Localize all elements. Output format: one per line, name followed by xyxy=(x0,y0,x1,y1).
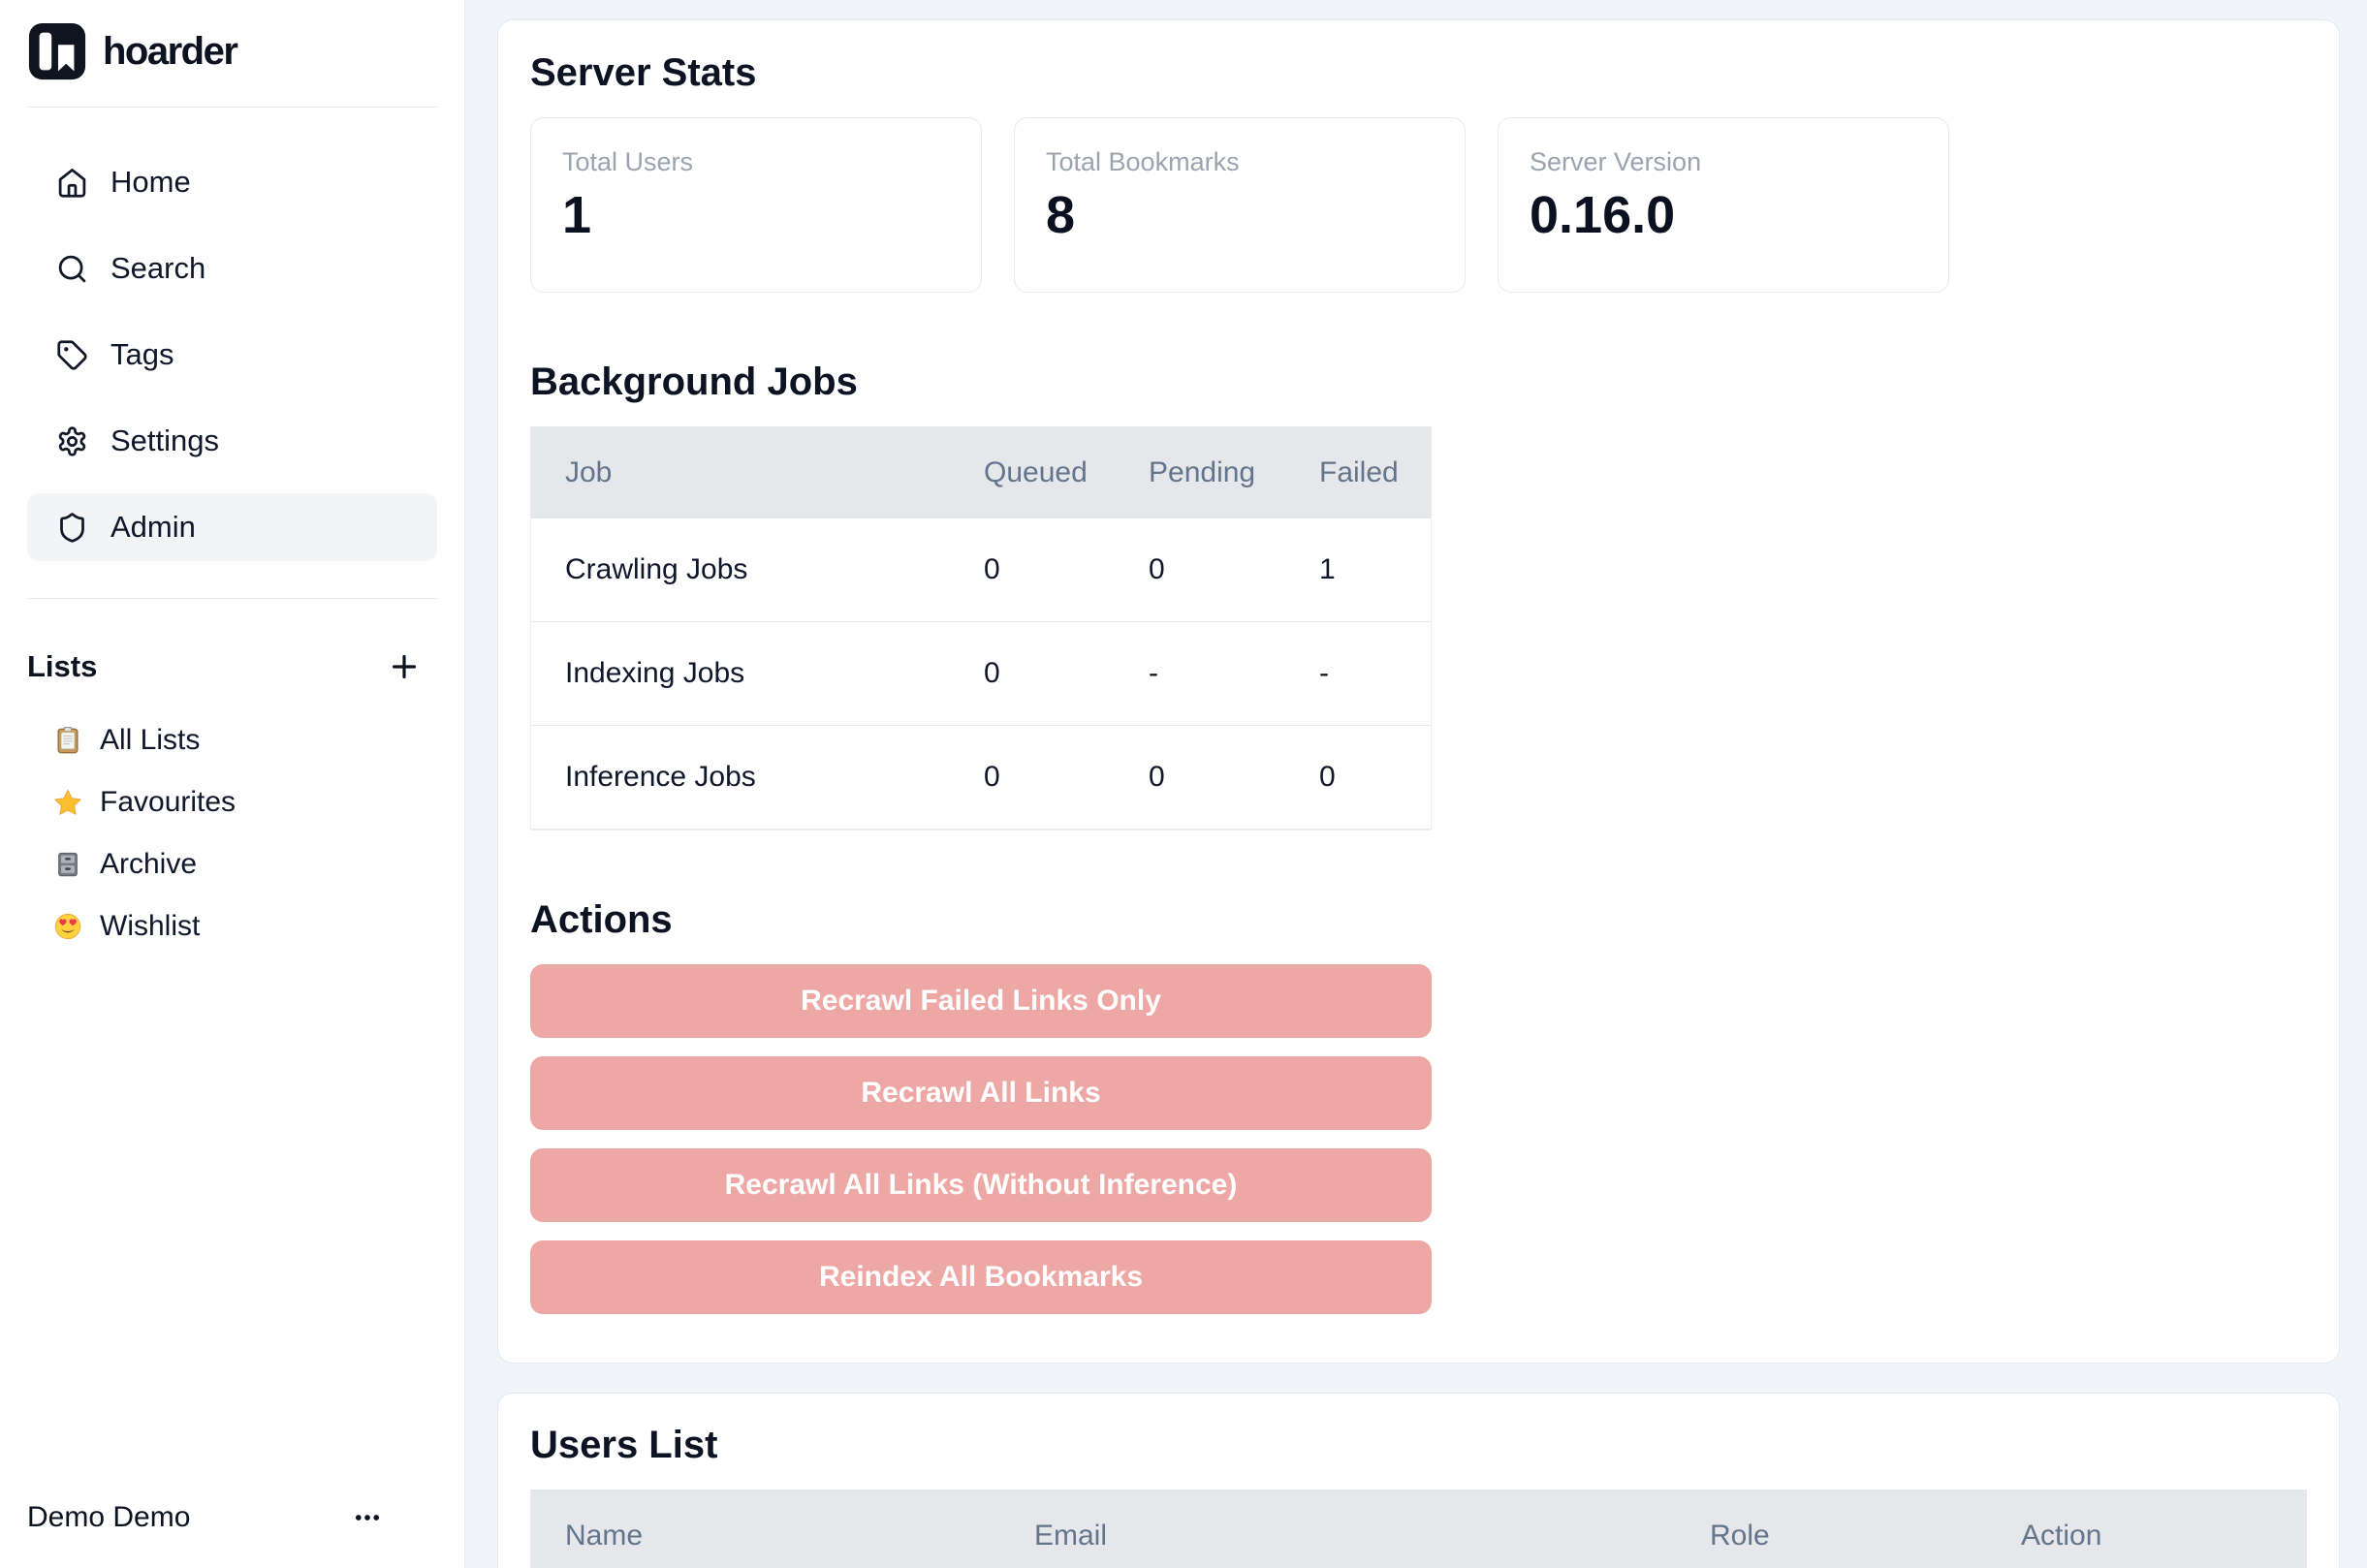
list-item-label: Favourites xyxy=(100,786,236,819)
lists-group: All Lists Favourites Archive xyxy=(27,717,437,950)
sidebar-item-wishlist[interactable]: Wishlist xyxy=(27,903,437,950)
column-header-queued: Queued xyxy=(984,456,1149,489)
column-header-role: Role xyxy=(1675,1520,1986,1552)
user-name: Demo Demo xyxy=(27,1501,190,1534)
plus-icon xyxy=(387,649,422,684)
jobs-table-body: Crawling Jobs 0 0 1 Indexing Jobs 0 - - … xyxy=(530,518,1432,831)
recrawl-failed-links-button[interactable]: Recrawl Failed Links Only xyxy=(530,964,1432,1038)
sidebar-item-label: Tags xyxy=(110,337,174,372)
tag-icon xyxy=(56,339,88,371)
stat-value: 1 xyxy=(562,187,950,244)
user-options-button[interactable] xyxy=(351,1501,384,1534)
sidebar-item-label: Admin xyxy=(110,510,196,545)
sidebar-item-favourites[interactable]: Favourites xyxy=(27,779,437,826)
sidebar-nav: Home Search Tags Settings xyxy=(27,148,437,561)
failed-cell: 0 xyxy=(1319,761,1431,794)
clipboard-icon xyxy=(53,726,82,755)
stat-card-total-users: Total Users 1 xyxy=(530,117,982,293)
job-name-cell: Inference Jobs xyxy=(531,761,984,794)
sidebar-item-all-lists[interactable]: All Lists xyxy=(27,717,437,764)
column-header-pending: Pending xyxy=(1149,456,1319,489)
server-stats-title: Server Stats xyxy=(530,53,2307,92)
table-row-crawling-jobs: Crawling Jobs 0 0 1 xyxy=(531,518,1431,622)
lists-header: Lists xyxy=(27,637,437,697)
main-content: Server Stats Total Users 1 Total Bookmar… xyxy=(465,0,2367,1568)
stat-value: 0.16.0 xyxy=(1530,187,1917,244)
stat-label: Total Bookmarks xyxy=(1046,147,1434,177)
actions-title: Actions xyxy=(530,900,2307,939)
list-item-label: All Lists xyxy=(100,724,200,757)
sidebar-item-label: Home xyxy=(110,165,191,200)
pending-cell: 0 xyxy=(1149,761,1319,794)
users-table-header: Name Email Role Action xyxy=(530,1490,2307,1568)
table-row-inference-jobs: Inference Jobs 0 0 0 xyxy=(531,726,1431,830)
server-stats-row: Total Users 1 Total Bookmarks 8 Server V… xyxy=(530,117,2307,293)
column-header-job: Job xyxy=(530,456,984,489)
sidebar-divider xyxy=(27,598,437,599)
stat-card-total-bookmarks: Total Bookmarks 8 xyxy=(1014,117,1466,293)
star-icon xyxy=(53,788,82,817)
table-row-indexing-jobs: Indexing Jobs 0 - - xyxy=(531,622,1431,726)
search-icon xyxy=(56,253,88,285)
jobs-table-header: Job Queued Pending Failed xyxy=(530,426,1432,518)
heart-eyes-icon xyxy=(53,912,82,941)
sidebar-item-label: Settings xyxy=(110,423,219,458)
sidebar-item-home[interactable]: Home xyxy=(27,148,437,216)
sidebar: hoarder Home Search Tags xyxy=(0,0,465,1568)
job-name-cell: Indexing Jobs xyxy=(531,657,984,690)
queued-cell: 0 xyxy=(984,657,1149,690)
job-name-cell: Crawling Jobs xyxy=(531,553,984,586)
app-logo[interactable]: hoarder xyxy=(27,23,437,79)
column-header-email: Email xyxy=(999,1520,1675,1552)
column-header-name: Name xyxy=(530,1520,999,1552)
ellipsis-icon xyxy=(351,1501,384,1534)
admin-panel-card: Server Stats Total Users 1 Total Bookmar… xyxy=(497,19,2340,1364)
reindex-all-bookmarks-button[interactable]: Reindex All Bookmarks xyxy=(530,1240,1432,1314)
list-item-label: Archive xyxy=(100,848,197,881)
queued-cell: 0 xyxy=(984,761,1149,794)
users-list-title: Users List xyxy=(530,1426,2307,1464)
shield-icon xyxy=(56,512,88,544)
list-item-label: Wishlist xyxy=(100,910,200,943)
stat-card-server-version: Server Version 0.16.0 xyxy=(1498,117,1949,293)
queued-cell: 0 xyxy=(984,553,1149,586)
sidebar-item-settings[interactable]: Settings xyxy=(27,407,437,475)
sidebar-divider xyxy=(27,107,437,108)
gear-icon xyxy=(56,425,88,457)
stat-label: Total Users xyxy=(562,147,950,177)
background-jobs-table: Job Queued Pending Failed Crawling Jobs … xyxy=(530,426,1432,831)
background-jobs-title: Background Jobs xyxy=(530,362,2307,401)
user-menu[interactable]: Demo Demo xyxy=(27,1493,437,1542)
failed-cell: - xyxy=(1319,657,1431,690)
pending-cell: 0 xyxy=(1149,553,1319,586)
recrawl-all-links-without-inference-button[interactable]: Recrawl All Links (Without Inference) xyxy=(530,1148,1432,1222)
archive-icon xyxy=(53,850,82,879)
column-header-failed: Failed xyxy=(1319,456,1432,489)
column-header-action: Action xyxy=(1986,1520,2307,1552)
home-icon xyxy=(56,167,88,199)
stat-label: Server Version xyxy=(1530,147,1917,177)
lists-title: Lists xyxy=(27,649,97,684)
recrawl-all-links-button[interactable]: Recrawl All Links xyxy=(530,1056,1432,1130)
sidebar-item-label: Search xyxy=(110,251,205,286)
hoarder-logo-icon xyxy=(27,21,87,81)
brand-name: hoarder xyxy=(103,30,237,74)
pending-cell: - xyxy=(1149,657,1319,690)
failed-cell: 1 xyxy=(1319,553,1431,586)
sidebar-item-tags[interactable]: Tags xyxy=(27,321,437,389)
sidebar-item-archive[interactable]: Archive xyxy=(27,841,437,888)
sidebar-item-admin[interactable]: Admin xyxy=(27,493,437,561)
actions-group: Recrawl Failed Links Only Recrawl All Li… xyxy=(530,964,1432,1314)
users-list-card: Users List Name Email Role Action xyxy=(497,1393,2340,1568)
sidebar-item-search[interactable]: Search xyxy=(27,235,437,302)
add-list-button[interactable] xyxy=(387,649,422,684)
stat-value: 8 xyxy=(1046,187,1434,244)
